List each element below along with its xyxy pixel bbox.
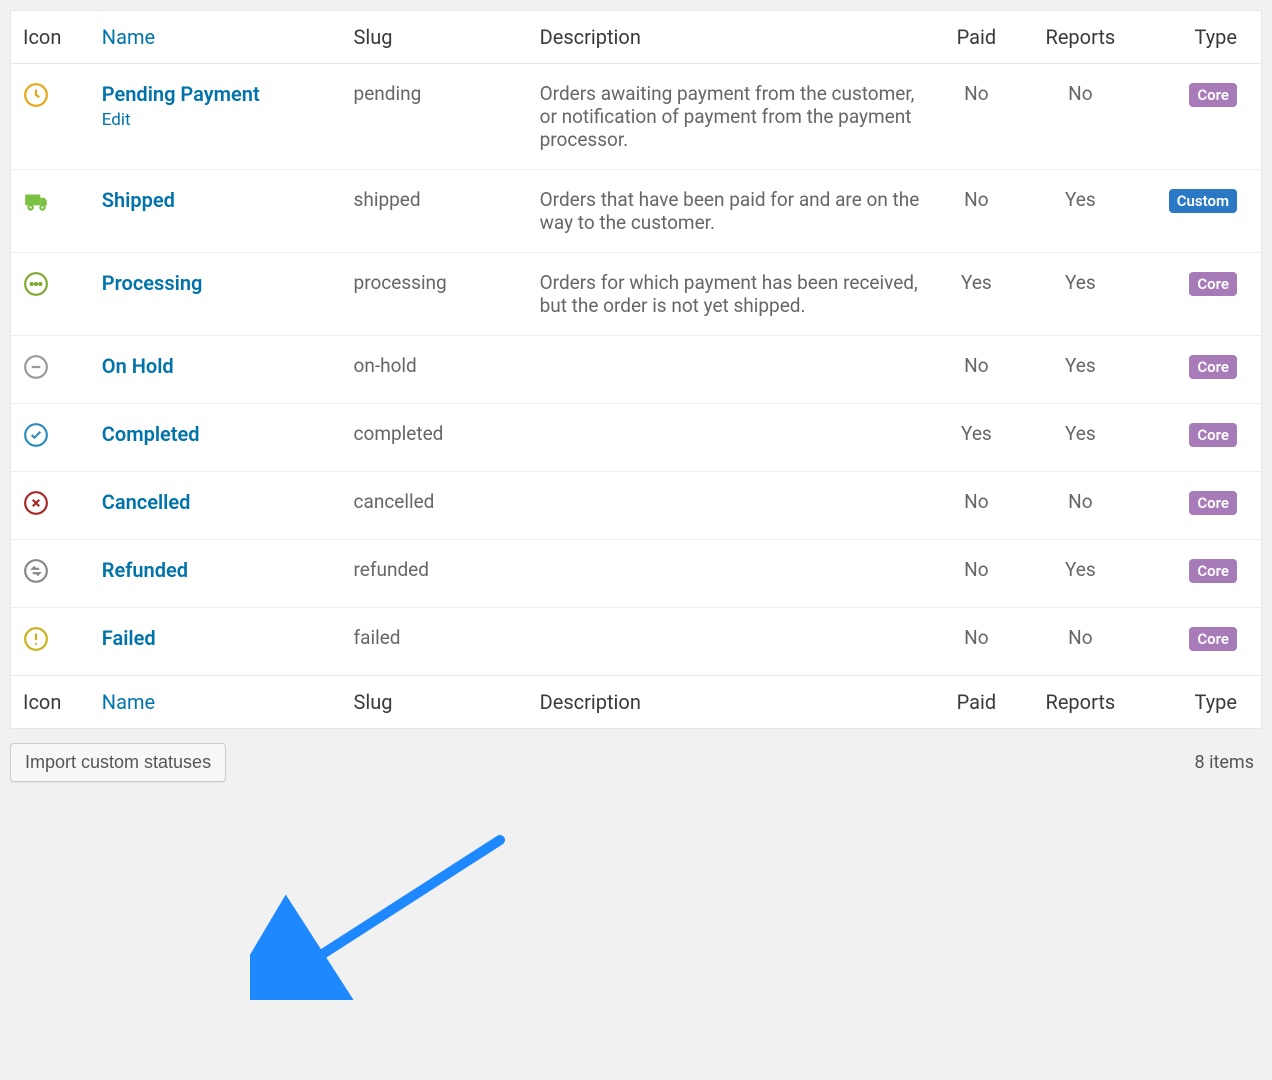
- annotation-arrow-icon: [250, 830, 530, 1000]
- status-reports: Yes: [1020, 253, 1140, 336]
- footer-icon: Icon: [11, 676, 90, 729]
- table-row: Shipped shippedOrders that have been paid…: [11, 170, 1261, 253]
- status-slug: pending: [342, 64, 528, 170]
- status-paid: No: [933, 64, 1021, 170]
- edit-link[interactable]: Edit: [102, 110, 131, 130]
- check-icon: [23, 422, 49, 448]
- status-reports: No: [1020, 472, 1140, 540]
- status-description: Orders that have been paid for and are o…: [528, 170, 933, 253]
- status-slug: processing: [342, 253, 528, 336]
- refund-icon: [23, 558, 49, 584]
- status-table: Icon Name Slug Description Paid Reports …: [11, 11, 1261, 728]
- header-icon: Icon: [11, 11, 90, 64]
- header-type: Type: [1141, 11, 1261, 64]
- status-table-container: Icon Name Slug Description Paid Reports …: [10, 10, 1262, 729]
- status-name-link[interactable]: Cancelled: [102, 490, 191, 514]
- clock-icon: [23, 82, 49, 108]
- status-description: [528, 540, 933, 608]
- status-description: [528, 608, 933, 676]
- status-reports: No: [1020, 608, 1140, 676]
- footer-paid: Paid: [933, 676, 1021, 729]
- status-name-link[interactable]: Failed: [102, 626, 156, 650]
- status-reports: Yes: [1020, 336, 1140, 404]
- type-badge-core: Core: [1189, 272, 1237, 296]
- status-slug: failed: [342, 608, 528, 676]
- table-row: Refunded refunded NoYes Core: [11, 540, 1261, 608]
- type-badge-core: Core: [1189, 83, 1237, 107]
- status-name-link[interactable]: Pending Payment: [102, 82, 260, 106]
- type-badge-core: Core: [1189, 355, 1237, 379]
- header-slug: Slug: [342, 11, 528, 64]
- status-description: [528, 336, 933, 404]
- status-paid: No: [933, 472, 1021, 540]
- status-slug: on-hold: [342, 336, 528, 404]
- minus-icon: [23, 354, 49, 380]
- status-slug: refunded: [342, 540, 528, 608]
- status-reports: Yes: [1020, 540, 1140, 608]
- bottom-toolbar: Import custom statuses 8 items: [10, 729, 1262, 786]
- type-badge-core: Core: [1189, 559, 1237, 583]
- table-row: Processing processingOrders for which pay…: [11, 253, 1261, 336]
- status-paid: No: [933, 170, 1021, 253]
- status-paid: No: [933, 336, 1021, 404]
- table-row: Failed failed NoNo Core: [11, 608, 1261, 676]
- status-name-link[interactable]: Processing: [102, 271, 203, 295]
- type-badge-core: Core: [1189, 627, 1237, 651]
- header-name-sort[interactable]: Name: [102, 25, 155, 49]
- status-reports: Yes: [1020, 404, 1140, 472]
- status-description: [528, 472, 933, 540]
- status-reports: No: [1020, 64, 1140, 170]
- row-actions: Edit: [102, 110, 330, 130]
- table-row: Completed completed YesYes Core: [11, 404, 1261, 472]
- status-name-link[interactable]: Refunded: [102, 558, 188, 582]
- cross-icon: [23, 490, 49, 516]
- alert-icon: [23, 626, 49, 652]
- status-paid: Yes: [933, 253, 1021, 336]
- status-paid: No: [933, 540, 1021, 608]
- header-description: Description: [528, 11, 933, 64]
- status-name-link[interactable]: Completed: [102, 422, 200, 446]
- table-row: On Hold on-hold NoYes Core: [11, 336, 1261, 404]
- type-badge-custom: Custom: [1169, 189, 1237, 213]
- item-count: 8 items: [1195, 752, 1254, 773]
- table-row: Pending Payment Edit pendingOrders awaitin…: [11, 64, 1261, 170]
- status-name-link[interactable]: Shipped: [102, 188, 175, 212]
- table-header: Icon Name Slug Description Paid Reports …: [11, 11, 1261, 64]
- dots-icon: [23, 271, 49, 297]
- status-slug: shipped: [342, 170, 528, 253]
- status-paid: Yes: [933, 404, 1021, 472]
- status-description: [528, 404, 933, 472]
- footer-type: Type: [1141, 676, 1261, 729]
- footer-slug: Slug: [342, 676, 528, 729]
- footer-description: Description: [528, 676, 933, 729]
- status-reports: Yes: [1020, 170, 1140, 253]
- status-paid: No: [933, 608, 1021, 676]
- status-description: Orders awaiting payment from the custome…: [528, 64, 933, 170]
- type-badge-core: Core: [1189, 491, 1237, 515]
- table-row: Cancelled cancelled NoNo Core: [11, 472, 1261, 540]
- footer-name-sort[interactable]: Name: [102, 690, 155, 714]
- header-reports: Reports: [1020, 11, 1140, 64]
- status-slug: completed: [342, 404, 528, 472]
- status-slug: cancelled: [342, 472, 528, 540]
- type-badge-core: Core: [1189, 423, 1237, 447]
- status-description: Orders for which payment has been receiv…: [528, 253, 933, 336]
- footer-reports: Reports: [1020, 676, 1140, 729]
- import-custom-statuses-button[interactable]: Import custom statuses: [10, 743, 226, 782]
- table-footer: Icon Name Slug Description Paid Reports …: [11, 676, 1261, 729]
- header-paid: Paid: [933, 11, 1021, 64]
- truck-icon: [23, 188, 49, 214]
- status-name-link[interactable]: On Hold: [102, 354, 174, 378]
